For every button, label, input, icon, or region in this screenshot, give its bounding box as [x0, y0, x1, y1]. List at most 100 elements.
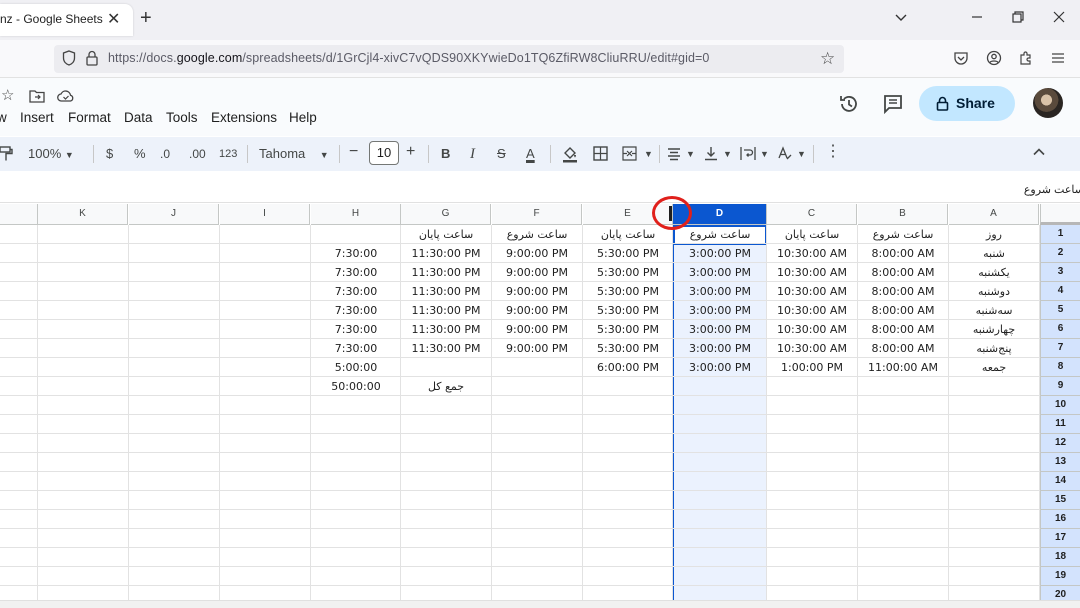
menu-format[interactable]: Format: [68, 110, 111, 125]
formula-content[interactable]: ساعت شروع: [1024, 183, 1080, 196]
chevron-down-icon[interactable]: ▼: [686, 145, 695, 163]
cell-A8[interactable]: جمعه: [949, 358, 1039, 377]
row-header-17[interactable]: 17: [1040, 529, 1080, 548]
row-header-11[interactable]: 11: [1040, 415, 1080, 434]
cell-H6[interactable]: 7:30:00: [311, 320, 401, 339]
decrease-font-size-button[interactable]: −: [349, 143, 358, 161]
cell-D7[interactable]: 3:00:00 PM: [673, 339, 767, 358]
menu-help[interactable]: Help: [289, 110, 317, 125]
increase-decimal-button[interactable]: .00: [189, 145, 206, 163]
cell-E3[interactable]: 5:30:00 PM: [583, 263, 673, 282]
star-icon[interactable]: ☆: [1, 86, 14, 104]
cell-F7[interactable]: 9:00:00 PM: [492, 339, 582, 358]
cell-D2[interactable]: 3:00:00 PM: [673, 244, 767, 263]
borders-icon[interactable]: [593, 146, 608, 161]
cell-B4[interactable]: 8:00:00 AM: [858, 282, 948, 301]
zoom-select[interactable]: 100% ▼: [28, 145, 74, 164]
cell-A6[interactable]: چهارشنبه: [949, 320, 1039, 339]
decrease-decimal-button[interactable]: .0: [160, 145, 170, 163]
cell-C5[interactable]: 10:30:00 AM: [767, 301, 857, 320]
move-folder-icon[interactable]: [29, 89, 45, 103]
cell-E4[interactable]: 5:30:00 PM: [583, 282, 673, 301]
cell-B3[interactable]: 8:00:00 AM: [858, 263, 948, 282]
currency-format-button[interactable]: $: [106, 145, 113, 163]
column-resize-handle[interactable]: [669, 206, 672, 221]
url-text[interactable]: https://docs.google.com/spreadsheets/d/1…: [108, 51, 709, 65]
chevron-down-icon[interactable]: ▼: [644, 145, 653, 163]
cell-H5[interactable]: 7:30:00: [311, 301, 401, 320]
cell-A2[interactable]: شنبه: [949, 244, 1039, 263]
row-header-14[interactable]: 14: [1040, 472, 1080, 491]
cell-G5[interactable]: 11:30:00 PM: [401, 301, 491, 320]
collapse-toolbar-icon[interactable]: [1032, 145, 1046, 159]
paint-format-icon[interactable]: [0, 146, 14, 162]
more-options-icon[interactable]: ⋮: [825, 143, 841, 161]
tab-close-icon[interactable]: ✕: [107, 9, 120, 29]
cell-A3[interactable]: یکشنبه: [949, 263, 1039, 282]
select-all-corner[interactable]: [1040, 204, 1080, 225]
cell-D4[interactable]: 3:00:00 PM: [673, 282, 767, 301]
row-header-4[interactable]: 4: [1040, 282, 1080, 301]
bookmark-star-icon[interactable]: ☆: [820, 49, 835, 69]
browser-tab[interactable]: nz - Google Sheets ✕: [0, 4, 133, 36]
cell-H8[interactable]: 5:00:00: [311, 358, 401, 377]
menu-data[interactable]: Data: [124, 110, 153, 125]
version-history-icon[interactable]: [838, 93, 860, 115]
menu-view[interactable]: w: [0, 110, 7, 125]
cell-E1[interactable]: ساعت پایان: [583, 225, 673, 244]
formula-bar[interactable]: ساعت شروع: [0, 176, 1080, 203]
chevron-down-icon[interactable]: ▼: [797, 145, 806, 163]
cell-E8[interactable]: 6:00:00 PM: [583, 358, 673, 377]
cell-B2[interactable]: 8:00:00 AM: [858, 244, 948, 263]
cell-A4[interactable]: دوشنبه: [949, 282, 1039, 301]
spreadsheet-grid[interactable]: KJIHGFEDCBA 1 2 3 4 5 6 7 8 9 10 11 12 13 14 15 16 17 18 1…: [0, 204, 1080, 600]
cell-G2[interactable]: 11:30:00 PM: [401, 244, 491, 263]
cell-G9[interactable]: جمع کل: [401, 377, 491, 396]
new-tab-button[interactable]: +: [140, 8, 152, 28]
cell-A7[interactable]: پنج‌شنبه: [949, 339, 1039, 358]
text-wrapping-icon[interactable]: [740, 146, 756, 161]
chevron-down-icon[interactable]: ▼: [723, 145, 732, 163]
text-rotation-icon[interactable]: [777, 146, 793, 161]
cell-C6[interactable]: 10:30:00 AM: [767, 320, 857, 339]
column-header-H[interactable]: H: [311, 204, 401, 225]
row-header-20[interactable]: 20: [1040, 586, 1080, 600]
fill-color-icon[interactable]: [562, 145, 578, 163]
cell-B8[interactable]: 11:00:00 AM: [858, 358, 948, 377]
close-window-icon[interactable]: [1051, 9, 1067, 30]
row-header-7[interactable]: 7: [1040, 339, 1080, 358]
cell-H7[interactable]: 7:30:00: [311, 339, 401, 358]
lock-icon[interactable]: [85, 50, 99, 66]
column-header-F[interactable]: F: [492, 204, 582, 225]
column-header-C[interactable]: C: [767, 204, 857, 225]
cell-A1[interactable]: روز: [949, 225, 1039, 244]
hamburger-menu-icon[interactable]: [1050, 50, 1066, 66]
extensions-icon[interactable]: [1018, 50, 1034, 66]
account-icon[interactable]: [986, 50, 1002, 66]
row-header-13[interactable]: 13: [1040, 453, 1080, 472]
cell-B7[interactable]: 8:00:00 AM: [858, 339, 948, 358]
menu-insert[interactable]: Insert: [20, 110, 54, 125]
column-header-partial[interactable]: [0, 204, 38, 225]
row-header-16[interactable]: 16: [1040, 510, 1080, 529]
text-color-button[interactable]: A: [526, 145, 535, 163]
cell-B6[interactable]: 8:00:00 AM: [858, 320, 948, 339]
share-button[interactable]: Share: [919, 86, 1015, 121]
cell-E2[interactable]: 5:30:00 PM: [583, 244, 673, 263]
cell-F4[interactable]: 9:00:00 PM: [492, 282, 582, 301]
horizontal-scrollbar[interactable]: [0, 600, 1080, 608]
cell-D3[interactable]: 3:00:00 PM: [673, 263, 767, 282]
row-header-9[interactable]: 9: [1040, 377, 1080, 396]
cell-D1[interactable]: ساعت شروع: [673, 225, 767, 244]
row-header-2[interactable]: 2: [1040, 244, 1080, 263]
bold-button[interactable]: B: [441, 145, 450, 163]
cell-C3[interactable]: 10:30:00 AM: [767, 263, 857, 282]
column-header-A[interactable]: A: [949, 204, 1039, 225]
menu-extensions[interactable]: Extensions: [211, 110, 277, 125]
cell-G6[interactable]: 11:30:00 PM: [401, 320, 491, 339]
vertical-align-icon[interactable]: [704, 146, 718, 161]
cell-E6[interactable]: 5:30:00 PM: [583, 320, 673, 339]
cell-G4[interactable]: 11:30:00 PM: [401, 282, 491, 301]
row-header-1[interactable]: 1: [1040, 225, 1080, 244]
row-header-18[interactable]: 18: [1040, 548, 1080, 567]
